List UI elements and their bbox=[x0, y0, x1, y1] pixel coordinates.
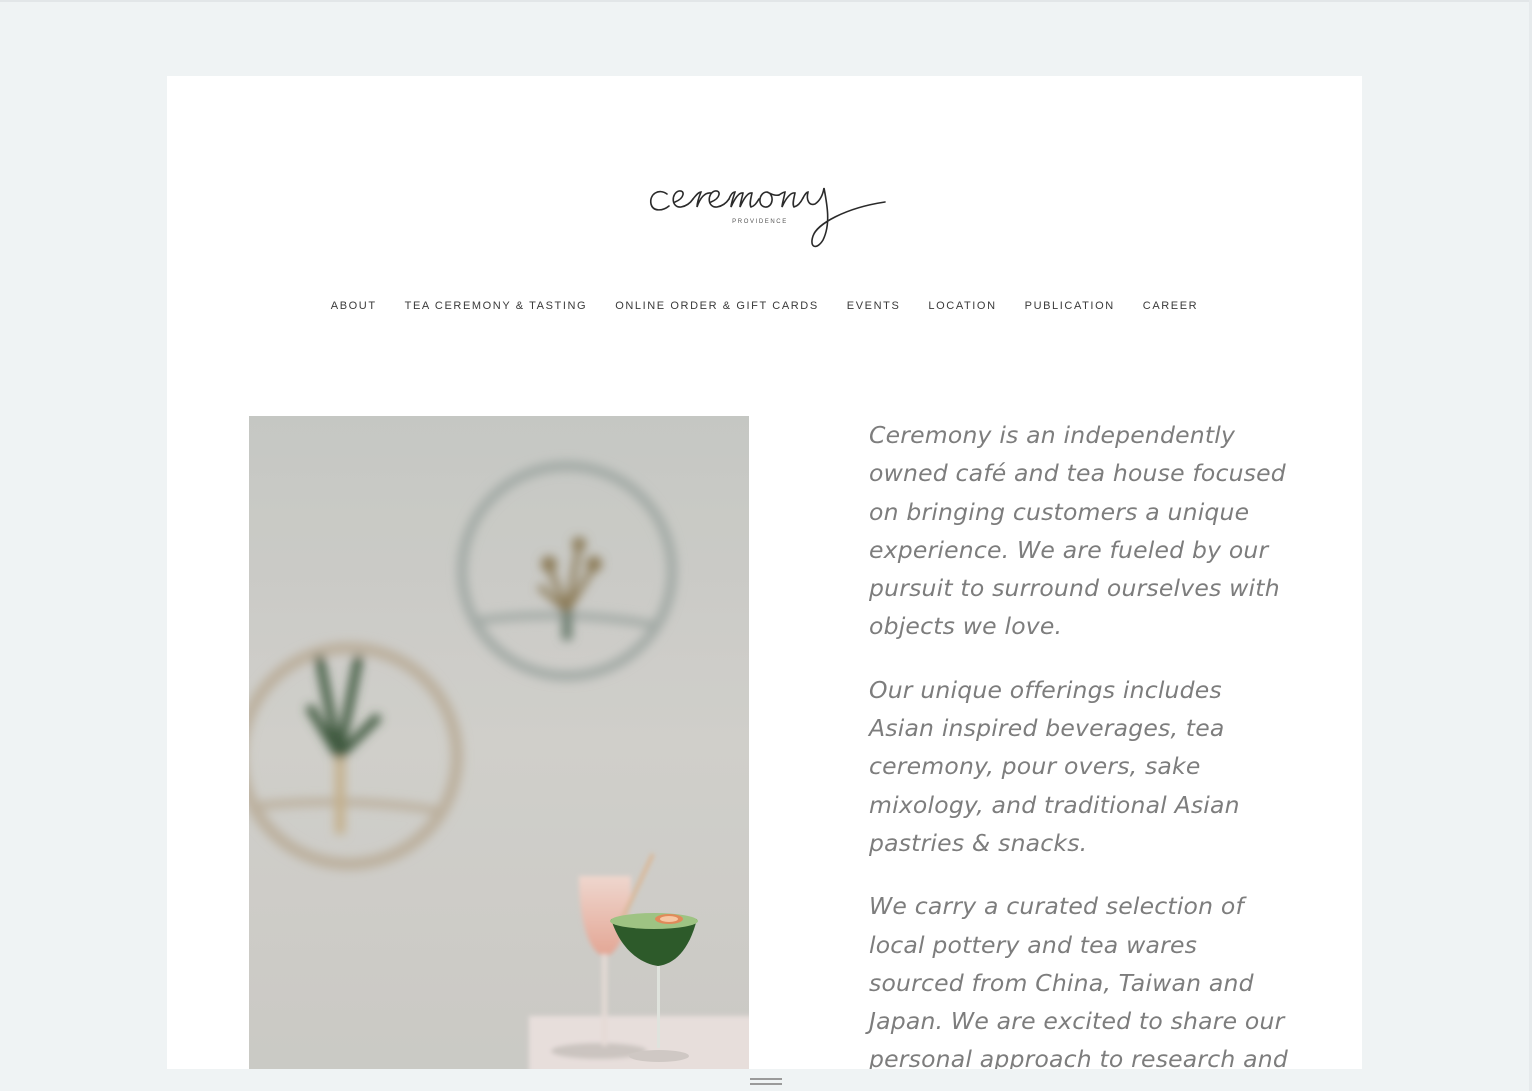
cafe-cocktail-photo bbox=[249, 416, 749, 1069]
nav-item-tea-ceremony[interactable]: TEA CEREMONY & TASTING bbox=[405, 300, 588, 312]
nav-item-location[interactable]: LOCATION bbox=[928, 300, 996, 312]
nav-item-online-order[interactable]: ONLINE ORDER & GIFT CARDS bbox=[615, 300, 819, 312]
intro-text: Ceremony is an independently owned café … bbox=[869, 416, 1289, 1069]
site-logo[interactable]: PROVIDENCE bbox=[645, 164, 895, 254]
intro-paragraph: Our unique offerings includes Asian insp… bbox=[869, 675, 1240, 857]
scroll-handle-icon[interactable] bbox=[750, 1078, 782, 1086]
nav-item-about[interactable]: ABOUT bbox=[331, 300, 377, 312]
hero-photo bbox=[249, 416, 749, 1069]
main-navigation: ABOUT TEA CEREMONY & TASTING ONLINE ORDE… bbox=[167, 300, 1362, 312]
nav-item-career[interactable]: CAREER bbox=[1143, 300, 1198, 312]
nav-item-events[interactable]: EVENTS bbox=[847, 300, 901, 312]
intro-paragraph: Ceremony is an independently owned café … bbox=[869, 421, 1286, 641]
ceremony-logo-icon: PROVIDENCE bbox=[649, 187, 886, 248]
top-border bbox=[0, 0, 1532, 2]
page-card: PROVIDENCE ABOUT TEA CEREMONY & TASTING … bbox=[167, 76, 1362, 1069]
logo-subtitle: PROVIDENCE bbox=[732, 219, 788, 225]
nav-item-publication[interactable]: PUBLICATION bbox=[1025, 300, 1115, 312]
intro-paragraph: We carry a curated selection of local po… bbox=[869, 892, 1288, 1069]
